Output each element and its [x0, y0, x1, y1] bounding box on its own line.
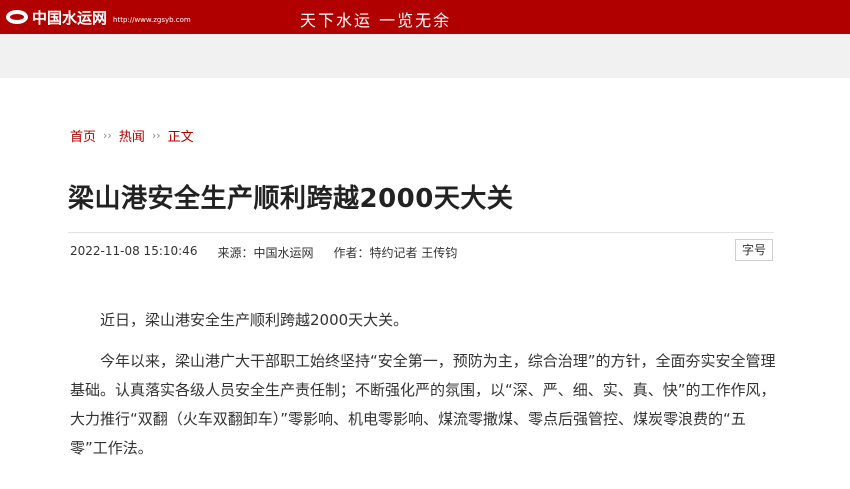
site-logo[interactable]: 中国水运网 http://www.zgsyb.com	[6, 4, 191, 30]
title-divider	[68, 232, 774, 233]
breadcrumb-separator: ››	[103, 129, 112, 142]
article-paragraph: 近日，梁山港安全生产顺利跨越2000天大关。	[100, 311, 409, 329]
article-title: 梁山港安全生产顺利跨越2000天大关	[68, 184, 514, 214]
site-header: 中国水运网 http://www.zgsyb.com 天下水运 一览无余	[0, 0, 850, 34]
breadcrumb-home[interactable]: 首页	[70, 126, 96, 145]
logo-icon	[6, 10, 28, 24]
logo-name: 中国水运网	[32, 8, 108, 27]
article-source: 来源：中国水运网	[217, 246, 314, 260]
breadcrumb-hot-news[interactable]: 热闻	[119, 126, 145, 145]
publish-datetime: 2022-11-08 15:10:46	[70, 244, 198, 258]
article-author: 作者：特约记者 王传钧	[333, 246, 458, 260]
article-body: 近日，梁山港安全生产顺利跨越2000天大关。 今年以来，梁山港广大干部职工始终坚…	[70, 306, 776, 475]
site-slogan: 天下水运 一览无余	[300, 11, 452, 30]
font-size-button[interactable]: 字号	[735, 239, 773, 261]
article-meta: 2022-11-08 15:10:46 来源：中国水运网 作者：特约记者 王传钧	[70, 244, 477, 261]
breadcrumb: 首页 ›› 热闻 ›› 正文	[70, 126, 194, 145]
logo-url: http://www.zgsyb.com	[113, 15, 191, 24]
nav-bar	[0, 34, 850, 78]
breadcrumb-current[interactable]: 正文	[168, 126, 194, 145]
article-paragraph: 今年以来，梁山港广大干部职工始终坚持“安全第一，预防为主，综合治理”的方针，全面…	[70, 352, 776, 457]
breadcrumb-separator: ››	[151, 129, 161, 142]
